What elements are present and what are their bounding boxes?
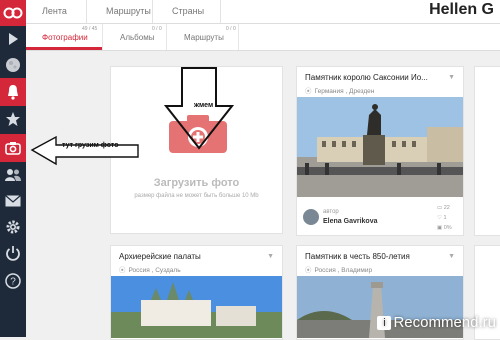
photo-image[interactable] bbox=[111, 276, 282, 338]
chevron-down-icon[interactable]: ▼ bbox=[267, 253, 274, 260]
divider bbox=[166, 24, 167, 50]
chevron-down-icon[interactable]: ▼ bbox=[448, 253, 455, 260]
gear-icon[interactable] bbox=[0, 214, 26, 240]
sidebar: ? bbox=[0, 0, 26, 337]
user-name[interactable]: Hellen G bbox=[429, 1, 494, 19]
divider bbox=[86, 0, 87, 23]
likes-count[interactable]: ♡ 1 bbox=[437, 215, 447, 221]
rating-value: ▣ 0% bbox=[437, 225, 452, 231]
annotation-arrow-left bbox=[30, 135, 139, 166]
users-icon[interactable] bbox=[0, 162, 26, 188]
photo-location: ⦿ Германия , Дрезден bbox=[305, 85, 374, 95]
location-text: Германия , Дрезден bbox=[314, 88, 375, 95]
tab-countries[interactable]: Страны bbox=[172, 6, 204, 16]
tab-albums-routes[interactable]: Маршруты bbox=[184, 33, 224, 42]
tab-albums[interactable]: Альбомы bbox=[120, 33, 154, 42]
upload-title[interactable]: Загрузить фото bbox=[111, 177, 282, 189]
bell-icon[interactable] bbox=[0, 78, 26, 106]
top-nav: Лента Маршруты Страны Hellen G bbox=[26, 0, 500, 24]
likes-value: 1 bbox=[443, 215, 447, 221]
divider bbox=[152, 0, 153, 23]
comment-icon: ▭ bbox=[437, 205, 444, 211]
location-text: Россия , Суздаль bbox=[128, 267, 181, 274]
logo-icon[interactable] bbox=[0, 0, 26, 26]
comments-value: 22 bbox=[443, 205, 450, 211]
photo-card-partial[interactable] bbox=[474, 66, 500, 236]
divider bbox=[238, 24, 239, 50]
albums-count: 0 / 0 bbox=[152, 26, 162, 32]
sub-nav: Фотографии 49 / 45 Альбомы 0 / 0 Маршрут… bbox=[26, 24, 500, 51]
photos-count: 49 / 45 bbox=[82, 26, 98, 32]
moon-icon[interactable] bbox=[0, 52, 26, 78]
photo-card[interactable]: Архиерейские палаты ▼ ⦿ Россия , Суздаль bbox=[110, 245, 283, 340]
pin-icon: ⦿ bbox=[305, 88, 312, 95]
watermark-logo-icon: i bbox=[377, 316, 392, 331]
pin-icon: ⦿ bbox=[119, 267, 126, 274]
watermark-text: Recommend.ru bbox=[393, 314, 496, 331]
annotation-upload-text: тут грузим фото bbox=[62, 142, 119, 149]
upload-hint: размер файла не может быть больше 10 Mb bbox=[134, 193, 259, 199]
routes-count: 0 / 0 bbox=[226, 26, 236, 32]
play-icon[interactable] bbox=[0, 26, 26, 52]
author-label: автор bbox=[323, 209, 339, 215]
tab-feed[interactable]: Лента bbox=[42, 6, 67, 16]
photo-card[interactable]: Памятник королю Саксонии Ио... ▼ ⦿ Герман… bbox=[296, 66, 464, 236]
power-icon[interactable] bbox=[0, 240, 26, 266]
help-icon[interactable]: ? bbox=[0, 268, 26, 294]
annotation-click-text: жмем bbox=[194, 102, 214, 109]
camera-icon[interactable] bbox=[0, 134, 26, 162]
divider bbox=[220, 0, 221, 23]
divider bbox=[102, 24, 103, 50]
mail-icon[interactable] bbox=[0, 188, 26, 214]
chevron-down-icon[interactable]: ▼ bbox=[448, 74, 455, 81]
star-icon[interactable] bbox=[0, 106, 26, 132]
pin-icon: ⦿ bbox=[305, 267, 312, 274]
rating-icon: ▣ bbox=[437, 225, 444, 231]
watermark: i Recommend.ru bbox=[377, 314, 496, 331]
tab-routes[interactable]: Маршруты bbox=[106, 6, 151, 16]
svg-text:?: ? bbox=[10, 277, 16, 288]
photo-location: ⦿ Россия , Владимир bbox=[305, 264, 372, 274]
tab-photos[interactable]: Фотографии bbox=[42, 33, 88, 42]
photo-title[interactable]: Памятник в честь 850-летия bbox=[305, 252, 410, 261]
comments-count[interactable]: ▭ 22 bbox=[437, 205, 450, 211]
avatar[interactable] bbox=[303, 209, 319, 225]
photo-title[interactable]: Архиерейские палаты bbox=[119, 252, 201, 261]
active-tab-indicator bbox=[26, 47, 102, 50]
author-name[interactable]: Elena Gavrikova bbox=[323, 218, 377, 225]
photo-title[interactable]: Памятник королю Саксонии Ио... bbox=[305, 73, 428, 82]
location-text: Россия , Владимир bbox=[314, 267, 373, 274]
rating-text: 0% bbox=[443, 225, 452, 231]
photo-image[interactable] bbox=[297, 97, 463, 197]
photo-location: ⦿ Россия , Суздаль bbox=[119, 264, 181, 274]
